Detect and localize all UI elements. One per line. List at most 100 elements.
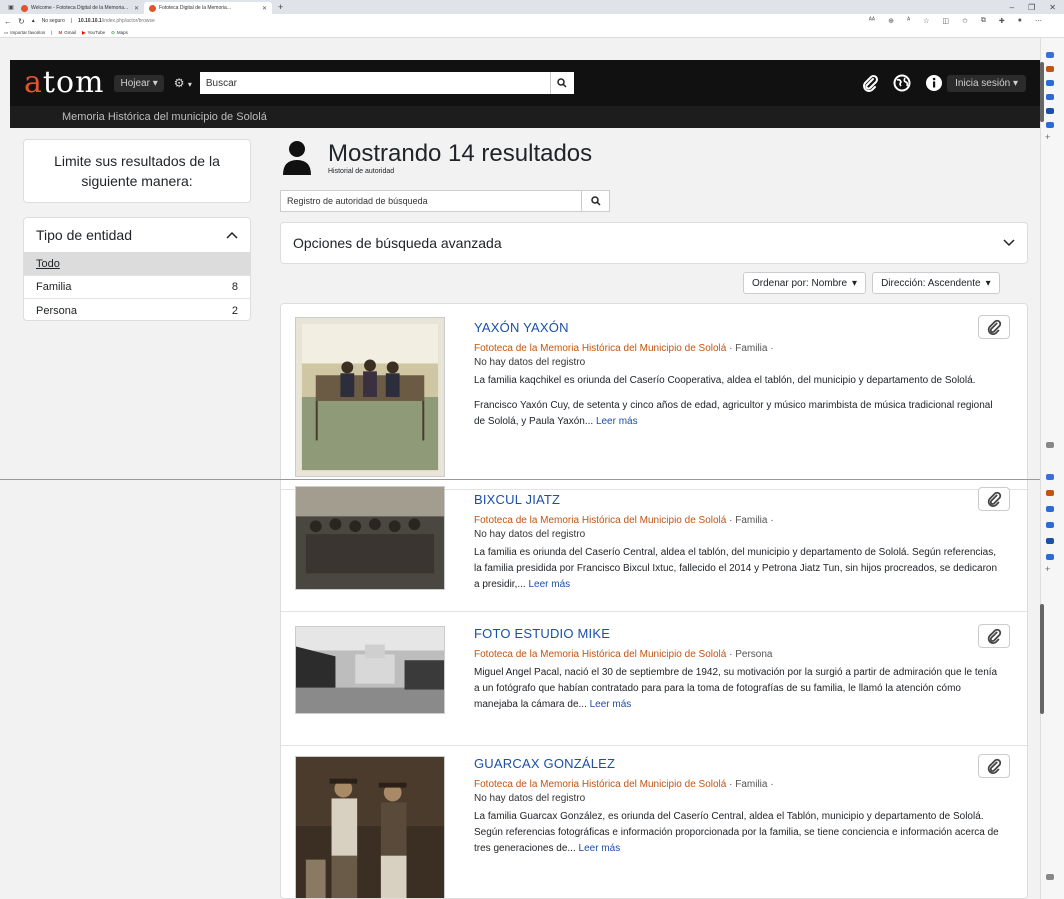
restore-icon[interactable]: ❐ [1028, 3, 1035, 12]
result-title-link[interactable]: BIXCUL JIATZ [474, 492, 1004, 507]
url-field[interactable]: 10.10.10.1/index.php/actor/browse [78, 18, 155, 24]
games-icon[interactable] [1046, 522, 1054, 528]
favorite-star-icon[interactable]: ☆ [923, 17, 929, 25]
login-label: Inicia sesión [955, 77, 1011, 89]
add-sidebar-icon[interactable]: + [1045, 564, 1050, 574]
add-to-clipboard-button[interactable] [978, 487, 1010, 511]
sidebar-settings-icon[interactable] [1046, 874, 1054, 880]
extensions-icon[interactable]: ✚ [999, 17, 1005, 25]
result-title-link[interactable]: YAXÓN YAXÓN [474, 320, 1004, 335]
close-window-icon[interactable]: ✕ [1049, 3, 1056, 12]
settings-menu-button[interactable]: ⚙ ▾ [174, 76, 192, 90]
result-thumbnail[interactable] [295, 486, 445, 590]
translate-icon[interactable]: ᴬ [907, 17, 910, 25]
tools-icon[interactable] [1046, 80, 1054, 86]
repository-link[interactable]: Fototeca de la Memoria Histórica del Mun… [474, 649, 726, 660]
repository-link[interactable]: Fototeca de la Memoria Histórica del Mun… [474, 779, 726, 790]
office-icon[interactable] [1046, 538, 1054, 544]
person-icon [283, 141, 311, 175]
logo-accent: a [24, 65, 43, 100]
add-sidebar-icon[interactable]: + [1045, 132, 1050, 142]
repository-link[interactable]: Fototeca de la Memoria Histórica del Mun… [474, 343, 726, 354]
zoom-icon[interactable]: ⊕ [888, 17, 894, 25]
close-tab-icon[interactable]: ✕ [134, 5, 139, 12]
split-screen-icon[interactable]: ◫ [942, 17, 949, 25]
new-tab-button[interactable]: + [278, 2, 283, 12]
browser-tab-fototeca[interactable]: Fototeca Digital de la Memoria... ✕ [144, 2, 272, 14]
authority-search-button[interactable] [581, 191, 609, 211]
tab-actions-icon[interactable]: ▣ [6, 3, 16, 12]
facet-header[interactable]: Tipo de entidad [24, 218, 250, 253]
back-icon[interactable]: ← [4, 17, 12, 26]
games-icon[interactable] [1046, 94, 1054, 100]
global-search-button[interactable] [549, 72, 574, 94]
authority-search-input[interactable] [281, 191, 581, 211]
address-separator: | [70, 18, 73, 24]
paperclip-icon [987, 491, 1002, 507]
sidebar-settings-icon[interactable] [1046, 442, 1054, 448]
outlook-icon[interactable] [1046, 122, 1054, 128]
atom-logo[interactable]: atom [24, 68, 104, 98]
global-search-input[interactable] [199, 72, 550, 94]
clipboard-button[interactable] [861, 74, 879, 92]
sort-by-dropdown[interactable]: Ordenar por: Nombre ▾ [743, 272, 867, 294]
read-more-link[interactable]: Leer más [590, 699, 632, 710]
result-body: GUARCAX GONZÁLEZ Fototeca de la Memoria … [474, 756, 1004, 857]
search-sidebar-icon[interactable] [1046, 52, 1054, 58]
quick-links-button[interactable] [925, 74, 943, 92]
close-tab-icon[interactable]: ✕ [262, 5, 267, 12]
login-button[interactable]: Inicia sesión ▾ [947, 74, 1026, 92]
browser-tab-welcome[interactable]: Welcome - Fototeca Digital de la Memoria… [16, 2, 144, 14]
add-to-clipboard-button[interactable] [978, 624, 1010, 648]
office-icon[interactable] [1046, 108, 1054, 114]
refresh-icon[interactable]: ↻ [18, 17, 25, 26]
more-menu-icon[interactable]: ⋯ [1035, 17, 1042, 25]
result-description: Miguel Angel Pacal, nació el 30 de septi… [474, 665, 1004, 713]
page-scrollbar-thumb[interactable] [1040, 604, 1044, 714]
paperclip-icon [987, 758, 1002, 774]
bookmark-gmail[interactable]: M Gmail [58, 30, 76, 35]
read-aloud-icon[interactable]: ᴬᴬ [869, 17, 875, 25]
facet-item-todo[interactable]: Todo [24, 253, 250, 276]
favorites-icon[interactable]: ✩ [962, 17, 968, 25]
not-secure-warning-icon[interactable]: ▲ [31, 18, 36, 24]
language-button[interactable] [893, 74, 911, 92]
sort-direction-dropdown[interactable]: Dirección: Ascendente ▾ [872, 272, 1000, 294]
minimize-icon[interactable]: – [1010, 3, 1014, 12]
result-thumbnail[interactable] [295, 317, 445, 477]
read-more-link[interactable]: Leer más [596, 416, 638, 427]
advanced-search-toggle[interactable]: Opciones de búsqueda avanzada [280, 222, 1028, 264]
facet-item-familia[interactable]: Familia 8 [24, 276, 250, 299]
add-to-clipboard-button[interactable] [978, 754, 1010, 778]
result-description-more: Francisco Yaxón Cuy, de setenta y cinco … [474, 398, 1004, 430]
page-scrollbar-thumb[interactable] [1040, 62, 1044, 122]
shopping-icon[interactable] [1046, 66, 1054, 72]
bookmark-import[interactable]: ▭ Importar favoritos [4, 30, 45, 36]
result-thumbnail[interactable] [295, 756, 445, 899]
result-title-link[interactable]: GUARCAX GONZÁLEZ [474, 756, 1004, 771]
outlook-icon[interactable] [1046, 554, 1054, 560]
facet-item-persona[interactable]: Persona 2 [24, 299, 250, 320]
site-favicon-icon [149, 4, 156, 12]
add-to-clipboard-button[interactable] [978, 315, 1010, 339]
profile-icon[interactable]: ● [1018, 17, 1022, 25]
repository-link[interactable]: Fototeca de la Memoria Histórica del Mun… [474, 515, 726, 526]
security-label[interactable]: No seguro [42, 18, 65, 24]
bookmark-maps[interactable]: ⊙ Maps [111, 30, 128, 36]
shopping-icon[interactable] [1046, 490, 1054, 496]
result-title-link[interactable]: FOTO ESTUDIO MIKE [474, 626, 1004, 641]
bookmark-youtube[interactable]: ▶ YouTube [82, 30, 105, 36]
maps-icon: ⊙ [111, 29, 115, 35]
read-more-link[interactable]: Leer más [528, 579, 570, 590]
search-sidebar-icon[interactable] [1046, 474, 1054, 480]
result-thumbnail[interactable] [295, 626, 445, 714]
screenshot-split-line [0, 479, 1040, 480]
result-description: La familia Guarcax González, es oriunda … [474, 809, 1004, 857]
read-more-link[interactable]: Leer más [579, 843, 621, 854]
logo-text: tom [42, 65, 105, 100]
collections-icon[interactable]: ⧉ [981, 17, 986, 25]
browse-menu-button[interactable]: Hojear ▾ [114, 74, 164, 92]
facet-item-count: 8 [231, 281, 238, 293]
tools-icon[interactable] [1046, 506, 1054, 512]
site-name[interactable]: Memoria Histórica del municipio de Solol… [62, 111, 267, 123]
